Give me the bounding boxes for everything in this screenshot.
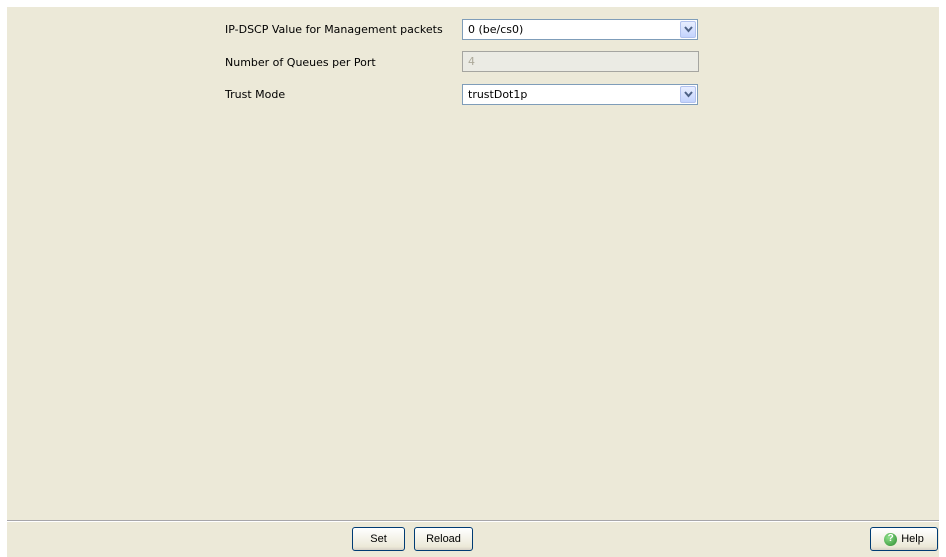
- queues-field-value: 4: [468, 55, 475, 68]
- ipdscp-select-value: 0 (be/cs0): [468, 23, 524, 36]
- chevron-down-icon: [684, 26, 693, 33]
- queues-field: 4: [462, 51, 699, 72]
- help-button[interactable]: ? Help: [870, 527, 938, 551]
- footer-divider: [7, 520, 939, 522]
- set-button[interactable]: Set: [352, 527, 405, 551]
- ipdscp-dropdown-button[interactable]: [680, 21, 696, 38]
- trust-mode-select[interactable]: trustDot1p: [462, 84, 698, 105]
- trust-mode-select-value: trustDot1p: [468, 88, 528, 101]
- help-icon: ?: [884, 532, 898, 546]
- trust-mode-label: Trust Mode: [225, 88, 286, 101]
- chevron-down-icon: [684, 91, 693, 98]
- ipdscp-label: IP-DSCP Value for Management packets: [225, 23, 443, 36]
- trust-mode-dropdown-button[interactable]: [680, 86, 696, 103]
- help-button-label: Help: [901, 533, 924, 545]
- ipdscp-select[interactable]: 0 (be/cs0): [462, 19, 698, 40]
- queues-label: Number of Queues per Port: [225, 56, 376, 69]
- reload-button[interactable]: Reload: [414, 527, 473, 551]
